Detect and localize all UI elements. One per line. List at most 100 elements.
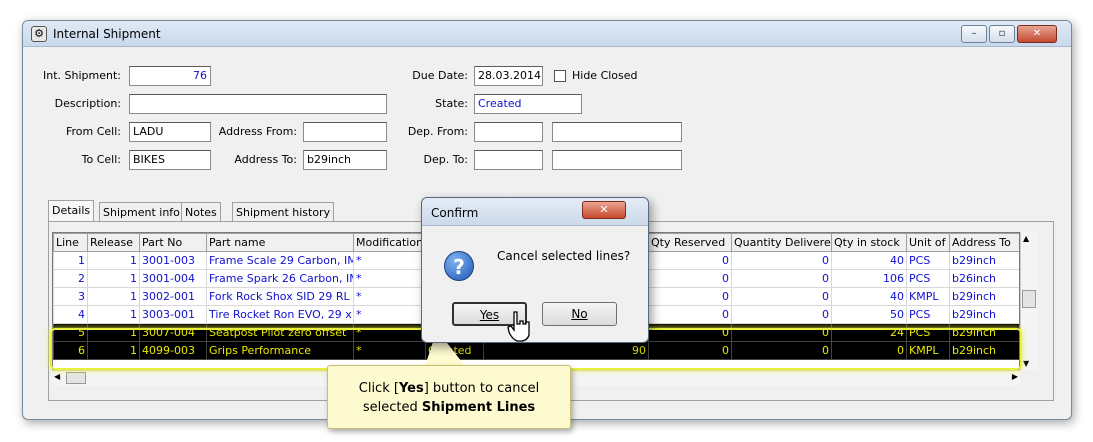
dep-from-name-field[interactable]	[552, 122, 682, 142]
cell-stock[interactable]: 24	[831, 323, 907, 342]
cell-line[interactable]: 2	[53, 269, 88, 288]
cell-reserved[interactable]: 0	[648, 305, 732, 324]
cell-reserved[interactable]: 0	[648, 323, 732, 342]
cell-mod[interactable]: *	[353, 341, 426, 360]
cell-line[interactable]: 5	[53, 323, 88, 342]
cell-delivered[interactable]: 0	[731, 269, 832, 288]
hide-closed-checkbox[interactable]	[554, 70, 566, 82]
cell-reserved[interactable]: 0	[648, 269, 732, 288]
tab-notes[interactable]: Notes	[181, 202, 221, 222]
scroll-thumb[interactable]	[1022, 290, 1036, 308]
cell-release[interactable]: 1	[87, 305, 140, 324]
column-header[interactable]: Qty Reserved	[648, 233, 732, 252]
to-cell-field[interactable]: BIKES	[129, 150, 211, 170]
tab-shipment-history[interactable]: Shipment history	[232, 202, 335, 222]
cell-stock[interactable]: 40	[831, 251, 907, 270]
address-to-field[interactable]: b29inch	[303, 150, 387, 170]
column-header[interactable]: Part No	[139, 233, 207, 252]
cell-part-no[interactable]: 3001-003	[139, 251, 207, 270]
cell-release[interactable]: 1	[87, 341, 140, 360]
cell-mod[interactable]: *	[353, 251, 426, 270]
cell-part-name[interactable]: Frame Spark 26 Carbon, IMI	[206, 269, 354, 288]
cell-stock[interactable]: 106	[831, 269, 907, 288]
tab-details[interactable]: Details	[48, 200, 95, 222]
table-row[interactable]: 6 1 4099-003 Grips Performance * Created 90 0 0 0…	[53, 341, 1019, 360]
column-header[interactable]: Qty in stock	[831, 233, 907, 252]
cell-address[interactable]: b29inch	[949, 251, 1019, 270]
column-header[interactable]: Modification	[353, 233, 426, 252]
cell-line[interactable]: 6	[53, 341, 88, 360]
cell-part-name[interactable]: Grips Performance	[206, 341, 354, 360]
cell-part-no[interactable]: 3002-001	[139, 287, 207, 306]
cell-part-name[interactable]: Frame Scale 29 Carbon, IMI	[206, 251, 354, 270]
cell-mod[interactable]: *	[353, 269, 426, 288]
column-header[interactable]: Quantity Delivered	[731, 233, 832, 252]
cell-release[interactable]: 1	[87, 269, 140, 288]
cell-part-no[interactable]: 3001-004	[139, 269, 207, 288]
state-field[interactable]: Created	[474, 94, 582, 114]
cell-qty[interactable]: 90	[483, 341, 649, 360]
cell-reserved[interactable]: 0	[648, 341, 732, 360]
column-header[interactable]: Address To	[949, 233, 1019, 252]
due-date-field[interactable]: 28.03.2014	[474, 66, 543, 86]
cell-unit[interactable]: KMPL	[906, 287, 950, 306]
scroll-up-icon[interactable]: ▲	[1023, 234, 1029, 243]
cell-address[interactable]: b26inch	[949, 269, 1019, 288]
scroll-down-icon[interactable]: ▼	[1023, 359, 1029, 368]
cell-line[interactable]: 1	[53, 251, 88, 270]
grid-vertical-scrollbar[interactable]: ▲ ▼	[1020, 232, 1037, 370]
tab-shipment-info[interactable]: Shipment info	[99, 202, 184, 222]
cell-address[interactable]: b29inch	[949, 341, 1019, 360]
cell-delivered[interactable]: 0	[731, 287, 832, 306]
maximize-button[interactable]: ▫	[989, 25, 1015, 43]
cell-address[interactable]: b29inch	[949, 287, 1019, 306]
minimize-button[interactable]: –	[961, 25, 987, 43]
scroll-left-icon[interactable]: ◀	[54, 372, 60, 381]
cell-part-name[interactable]: Fork Rock Shox SID 29 RL	[206, 287, 354, 306]
cell-line[interactable]: 3	[53, 287, 88, 306]
cell-release[interactable]: 1	[87, 323, 140, 342]
dep-to-name-field[interactable]	[552, 150, 682, 170]
cell-delivered[interactable]: 0	[731, 341, 832, 360]
cell-address[interactable]: b29inch	[949, 305, 1019, 324]
cell-stock[interactable]: 0	[831, 341, 907, 360]
cell-stock[interactable]: 50	[831, 305, 907, 324]
cell-unit[interactable]: PCS	[906, 251, 950, 270]
cell-reserved[interactable]: 0	[648, 287, 732, 306]
description-field[interactable]	[129, 94, 387, 114]
cell-release[interactable]: 1	[87, 287, 140, 306]
cell-mod[interactable]: *	[353, 323, 426, 342]
cell-line[interactable]: 4	[53, 305, 88, 324]
cell-stock[interactable]: 40	[831, 287, 907, 306]
dep-to-code-field[interactable]	[474, 150, 543, 170]
cell-unit[interactable]: PCS	[906, 305, 950, 324]
cell-part-name[interactable]: Seatpost Pilot zero offset	[206, 323, 354, 342]
cell-release[interactable]: 1	[87, 251, 140, 270]
cell-part-no[interactable]: 3007-004	[139, 323, 207, 342]
from-cell-field[interactable]: LADU	[129, 122, 211, 142]
hscroll-thumb[interactable]	[66, 372, 86, 384]
cell-unit[interactable]: PCS	[906, 323, 950, 342]
cell-reserved[interactable]: 0	[648, 251, 732, 270]
cell-part-no[interactable]: 3003-001	[139, 305, 207, 324]
cell-unit[interactable]: PCS	[906, 269, 950, 288]
cell-delivered[interactable]: 0	[731, 305, 832, 324]
column-header[interactable]: Release	[87, 233, 140, 252]
column-header[interactable]: Part name	[206, 233, 354, 252]
column-header[interactable]: Line	[53, 233, 88, 252]
cell-delivered[interactable]: 0	[731, 323, 832, 342]
cell-mod[interactable]: *	[353, 305, 426, 324]
cell-address[interactable]: b29inch	[949, 323, 1019, 342]
cell-part-name[interactable]: Tire Rocket Ron EVO, 29 x	[206, 305, 354, 324]
scroll-right-icon[interactable]: ▶	[1012, 372, 1018, 381]
no-button[interactable]: No	[542, 302, 617, 326]
dep-from-code-field[interactable]	[474, 122, 543, 142]
dialog-close-button[interactable]: ✕	[582, 201, 626, 219]
address-from-field[interactable]	[303, 122, 387, 142]
int-shipment-field[interactable]: 76	[129, 66, 211, 86]
cell-part-no[interactable]: 4099-003	[139, 341, 207, 360]
column-header[interactable]: Unit of	[906, 233, 950, 252]
close-button[interactable]: ✕	[1017, 25, 1057, 43]
cell-delivered[interactable]: 0	[731, 251, 832, 270]
cell-unit[interactable]: KMPL	[906, 341, 950, 360]
